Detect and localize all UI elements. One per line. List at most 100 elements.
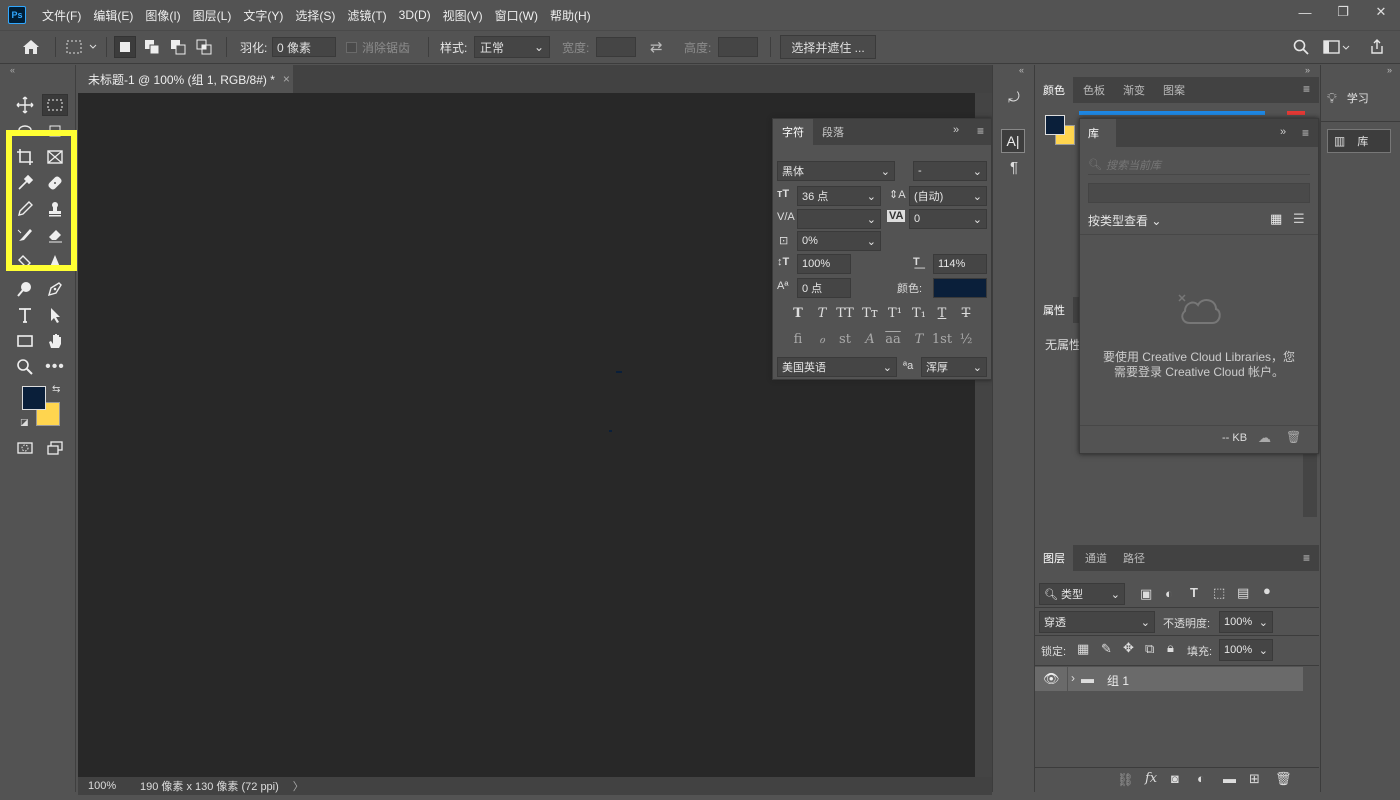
eye-visibility-icon[interactable]: 👁︎ <box>1043 671 1060 687</box>
filter-pixel-icon[interactable]: ▣ <box>1140 586 1152 602</box>
filter-shape-icon[interactable]: ⬚ <box>1213 585 1225 601</box>
layer-row[interactable]: 👁︎ › ▬ 组 1 <box>1035 667 1303 691</box>
font-family-select[interactable]: 黑体 ⌄ <box>777 161 895 181</box>
expand-panel-icon[interactable]: » <box>1280 126 1286 138</box>
expand-strip-icon[interactable]: « <box>1019 65 1024 75</box>
panel-menu-icon[interactable]: ≡ <box>977 124 984 138</box>
fx-icon[interactable]: fx <box>1145 771 1157 786</box>
foreground-color-swatch[interactable] <box>22 386 46 410</box>
tracking-select[interactable]: 0 ⌄ <box>909 209 987 229</box>
select-and-mask-button[interactable]: 选择并遮住 ... <box>780 35 876 59</box>
hand-tool[interactable] <box>42 330 68 352</box>
workspace-button[interactable] <box>1322 31 1352 63</box>
layer-name[interactable]: 组 1 <box>1107 672 1129 689</box>
color-ramp[interactable] <box>1079 111 1265 115</box>
fractions-button[interactable]: ½ <box>956 332 976 350</box>
cloud-sync-icon[interactable]: ☁︎ <box>1258 430 1271 446</box>
new-selection-button[interactable] <box>114 31 136 63</box>
horizontal-scale-input[interactable]: 114% <box>933 254 987 274</box>
sharpen-tool[interactable] <box>42 250 68 272</box>
more-tools-button[interactable]: ••• <box>42 356 68 378</box>
marquee-preset-picker[interactable] <box>64 31 98 63</box>
quick-mask-button[interactable] <box>12 437 38 459</box>
path-select-tool[interactable] <box>42 304 68 326</box>
delete-icon[interactable]: 🗑︎ <box>1286 430 1301 444</box>
menu-file[interactable]: 文件(F) <box>42 7 81 24</box>
baseline-shift-input[interactable]: 0 点 <box>797 278 851 298</box>
filter-smart-object-icon[interactable]: ▤ <box>1237 585 1249 601</box>
menu-help[interactable]: 帮助(H) <box>550 7 591 24</box>
character-panel-icon[interactable]: A| <box>1001 129 1025 153</box>
menu-window[interactable]: 窗口(W) <box>495 7 538 24</box>
filter-adjustment-icon[interactable]: ◐ <box>1165 586 1173 601</box>
default-colors-icon[interactable]: ◪ <box>20 417 29 428</box>
menu-select[interactable]: 选择(S) <box>295 7 335 24</box>
style-select[interactable]: 正常 ⌄ <box>474 36 550 58</box>
add-mask-icon[interactable]: ◙ <box>1171 771 1179 786</box>
rectangle-tool[interactable] <box>12 330 38 352</box>
width-input[interactable] <box>596 37 636 57</box>
paragraph-panel-icon[interactable]: ¶ <box>1003 159 1025 181</box>
ligatures-button[interactable]: ﬁ <box>788 332 808 350</box>
menu-image[interactable]: 图像(I) <box>145 7 180 24</box>
kerning-select[interactable]: ⌄ <box>797 209 881 229</box>
close-tab-icon[interactable]: × <box>283 72 290 86</box>
menu-edit[interactable]: 编辑(E) <box>93 7 133 24</box>
collapse-strip-icon[interactable]: » <box>1387 65 1392 75</box>
small-caps-button[interactable]: Tт <box>860 306 880 324</box>
antialias-checkbox[interactable]: 消除锯齿 <box>346 31 410 63</box>
contextual-alternates-button[interactable]: st <box>835 332 855 350</box>
expand-group-icon[interactable]: › <box>1071 671 1075 685</box>
lock-all-icon[interactable]: 🔒︎ <box>1167 640 1174 656</box>
library-search[interactable]: 🔍︎ 搜索当前库 <box>1088 155 1310 175</box>
adjustment-layer-icon[interactable]: ◐ <box>1197 771 1205 786</box>
rectangular-marquee-tool[interactable] <box>42 94 68 116</box>
healing-brush-tool[interactable] <box>42 172 68 194</box>
menu-view[interactable]: 视图(V) <box>443 7 483 24</box>
strikethrough-button[interactable]: T <box>956 306 976 324</box>
collapse-toolbar-icon[interactable]: « <box>8 65 76 77</box>
new-layer-icon[interactable]: ⊞ <box>1249 771 1260 787</box>
menu-filter[interactable]: 滤镜(T) <box>347 7 386 24</box>
tab-libraries[interactable]: 库 <box>1080 119 1116 147</box>
tab-paths[interactable]: 路径 <box>1115 545 1153 571</box>
height-input[interactable] <box>718 37 758 57</box>
view-by-type-dropdown[interactable]: 按类型查看 ⌄ <box>1088 212 1161 229</box>
search-button[interactable] <box>1292 31 1310 63</box>
status-menu-arrow[interactable]: 〉 <box>293 778 304 794</box>
home-button[interactable] <box>20 31 42 63</box>
type-tool[interactable] <box>12 304 38 326</box>
lock-transparent-icon[interactable]: ▦ <box>1077 641 1089 657</box>
library-panel-button[interactable]: ▥ 库 <box>1327 129 1391 153</box>
language-select[interactable]: 美国英语 ⌄ <box>777 357 897 377</box>
clone-stamp-tool[interactable] <box>42 198 68 220</box>
tab-layers[interactable]: 图层 <box>1035 545 1073 571</box>
history-panel-icon[interactable]: ⤾ <box>1003 89 1025 111</box>
opacity-input[interactable]: 100% ⌄ <box>1219 611 1273 633</box>
tsume-select[interactable]: 0% ⌄ <box>797 231 881 251</box>
eraser-tool[interactable] <box>42 224 68 246</box>
panel-menu-icon[interactable]: ≡ <box>1302 126 1309 140</box>
tab-properties[interactable]: 属性 <box>1035 297 1073 323</box>
swap-dimensions-button[interactable]: ⇄ <box>650 31 663 63</box>
subtract-selection-button[interactable] <box>168 31 188 63</box>
pen-tool[interactable] <box>42 278 68 300</box>
tab-paragraph[interactable]: 段落 <box>813 119 853 145</box>
feather-input[interactable]: 0 像素 <box>272 37 336 57</box>
close-window-button[interactable]: ✕ <box>1362 0 1400 24</box>
tab-swatches[interactable]: 色板 <box>1075 77 1113 103</box>
tab-channels[interactable]: 通道 <box>1077 545 1115 571</box>
lock-position-icon[interactable]: ✥ <box>1123 640 1134 656</box>
swap-colors-icon[interactable]: ⇆ <box>52 384 60 395</box>
tab-gradients[interactable]: 渐变 <box>1115 77 1153 103</box>
new-group-icon[interactable]: ▬ <box>1223 771 1236 786</box>
layer-filter-select[interactable]: 🔍︎ 类型 ⌄ <box>1039 583 1125 605</box>
blend-mode-select[interactable]: 穿透 ⌄ <box>1039 611 1155 633</box>
faux-italic-button[interactable]: T <box>812 306 832 324</box>
gradient-tool[interactable] <box>12 250 38 272</box>
ordinals-button[interactable]: 1st <box>930 332 954 350</box>
move-tool[interactable] <box>12 94 38 116</box>
superscript-button[interactable]: T¹ <box>885 306 905 324</box>
filter-toggle-icon[interactable]: ● <box>1263 583 1271 598</box>
dodge-tool[interactable] <box>12 278 38 300</box>
